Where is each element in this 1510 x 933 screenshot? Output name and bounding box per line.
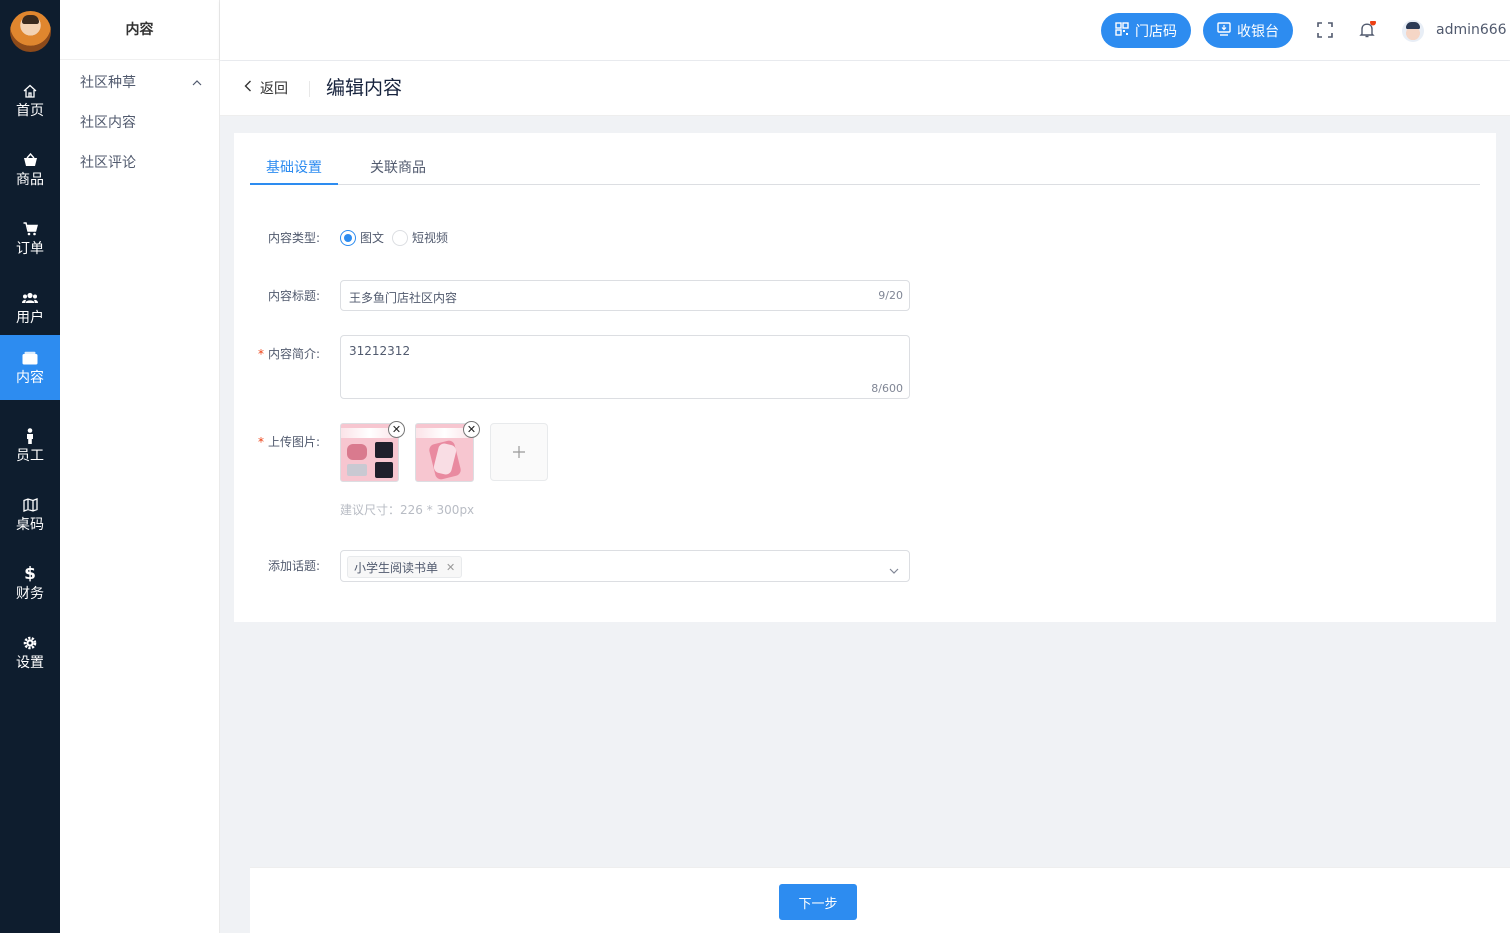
content-title-label: 内容标题: bbox=[268, 289, 321, 303]
tag-close-icon[interactable]: ✕ bbox=[446, 561, 455, 574]
nav-label: 商品 bbox=[16, 172, 44, 188]
content-icon bbox=[22, 350, 38, 366]
nav-item-staff[interactable]: 员工 bbox=[0, 415, 60, 477]
image-decoration bbox=[347, 464, 367, 476]
radio-dot bbox=[340, 229, 356, 246]
nav-label: 用户 bbox=[16, 310, 44, 326]
fullscreen-icon[interactable] bbox=[1316, 21, 1334, 39]
chevron-left-icon bbox=[244, 80, 252, 96]
content-intro-textarea[interactable]: 31212312 8/600 bbox=[340, 335, 910, 399]
nav-label: 首页 bbox=[16, 103, 44, 119]
chevron-up-icon bbox=[192, 74, 202, 90]
required-mark: * bbox=[258, 347, 264, 361]
label-text: 内容简介: bbox=[268, 347, 321, 361]
upload-images-label: * 上传图片: bbox=[258, 433, 320, 450]
remove-image-2-icon[interactable]: ✕ bbox=[463, 421, 480, 438]
back-label: 返回 bbox=[260, 81, 288, 97]
label-text: 上传图片: bbox=[268, 435, 321, 449]
radio-label: 短视频 bbox=[412, 231, 449, 245]
submenu-item-community-comments[interactable]: 社区评论 bbox=[80, 152, 136, 172]
user-avatar[interactable] bbox=[1402, 20, 1424, 42]
nav-label: 内容 bbox=[16, 369, 44, 386]
chevron-down-icon bbox=[889, 563, 899, 578]
add-image-button[interactable] bbox=[490, 423, 548, 481]
tab-basic-settings[interactable]: 基础设置 bbox=[266, 157, 322, 177]
back-button[interactable]: 返回 bbox=[244, 78, 288, 98]
basket-icon bbox=[22, 152, 38, 168]
radio-short-video[interactable]: 短视频 bbox=[392, 229, 448, 246]
tab-bar: 基础设置 关联商品 bbox=[250, 151, 1480, 185]
char-count: 8/600 bbox=[871, 382, 903, 395]
cashier-button[interactable]: 收银台 bbox=[1203, 13, 1293, 48]
nav-label: 订单 bbox=[16, 241, 44, 257]
content-intro-label: * 内容简介: bbox=[258, 345, 320, 362]
textarea-value: 31212312 bbox=[349, 344, 411, 358]
cashier-icon bbox=[1217, 21, 1231, 40]
submenu-group-label: 社区种草 bbox=[80, 75, 136, 91]
image-decoration bbox=[375, 462, 393, 478]
map-icon bbox=[22, 497, 38, 513]
tab-related-products[interactable]: 关联商品 bbox=[370, 157, 426, 177]
page-title: 编辑内容 bbox=[326, 77, 403, 99]
cart-icon bbox=[22, 221, 38, 237]
brand-avatar[interactable] bbox=[10, 11, 51, 52]
plus-icon bbox=[512, 440, 526, 465]
bell-icon[interactable] bbox=[1358, 19, 1376, 39]
store-code-button[interactable]: 门店码 bbox=[1101, 13, 1191, 48]
secondary-menu: 内容 社区种草 社区内容 社区评论 bbox=[60, 0, 220, 933]
nav-item-finance[interactable]: $ 财务 bbox=[0, 553, 60, 615]
qrcode-icon bbox=[1115, 21, 1129, 40]
radio-image-text[interactable]: 图文 bbox=[340, 229, 384, 246]
nav-item-content[interactable]: 内容 bbox=[0, 335, 60, 400]
form-card: 基础设置 关联商品 内容类型: 图文 短视频 内容标题: 王多鱼门店社区内容 9… bbox=[234, 133, 1496, 622]
nav-label: 财务 bbox=[16, 586, 44, 602]
char-count: 9/20 bbox=[878, 289, 903, 302]
content-type-label: 内容类型: bbox=[268, 231, 321, 245]
nav-item-goods[interactable]: 商品 bbox=[0, 139, 60, 201]
nav-item-settings[interactable]: 设置 bbox=[0, 622, 60, 684]
nav-item-tables[interactable]: 桌码 bbox=[0, 484, 60, 546]
upload-size-hint: 建议尺寸：226 * 300px bbox=[340, 503, 475, 517]
submenu-title: 内容 bbox=[60, 0, 219, 60]
next-step-button[interactable]: 下一步 bbox=[779, 884, 857, 920]
divider bbox=[309, 81, 310, 97]
store-code-label: 门店码 bbox=[1135, 23, 1177, 40]
page-header: 返回 编辑内容 bbox=[220, 61, 1510, 116]
content-title-input[interactable]: 王多鱼门店社区内容 9/20 bbox=[340, 280, 910, 311]
gear-icon bbox=[22, 635, 38, 651]
submenu-group-community[interactable]: 社区种草 bbox=[80, 72, 202, 92]
nav-label: 桌码 bbox=[16, 517, 44, 533]
tab-active-indicator bbox=[250, 183, 338, 185]
tag-label: 小学生阅读书单 bbox=[354, 560, 439, 575]
users-icon bbox=[22, 290, 38, 306]
dollar-icon: $ bbox=[24, 564, 36, 584]
nav-label: 员工 bbox=[16, 448, 44, 464]
remove-image-1-icon[interactable]: ✕ bbox=[388, 421, 405, 438]
radio-dot bbox=[392, 229, 408, 246]
input-value: 王多鱼门店社区内容 bbox=[349, 291, 458, 305]
main-nav-rail: 首页 商品 订单 用户 内容 员工 桌码 $ 财务 设置 bbox=[0, 0, 60, 933]
cashier-label: 收银台 bbox=[1237, 23, 1279, 40]
image-decoration bbox=[347, 444, 367, 460]
nav-item-home[interactable]: 首页 bbox=[0, 70, 60, 132]
submenu-item-community-content[interactable]: 社区内容 bbox=[80, 112, 136, 132]
image-decoration bbox=[375, 442, 393, 458]
topic-tag: 小学生阅读书单 ✕ bbox=[347, 556, 463, 578]
footer-bar: 下一步 bbox=[250, 867, 1510, 933]
nav-item-orders[interactable]: 订单 bbox=[0, 208, 60, 270]
required-mark: * bbox=[258, 435, 264, 449]
radio-label: 图文 bbox=[360, 231, 385, 245]
home-icon bbox=[22, 83, 38, 99]
username[interactable]: admin666 bbox=[1436, 22, 1507, 38]
person-icon bbox=[22, 428, 38, 444]
topic-select[interactable]: 小学生阅读书单 ✕ bbox=[340, 550, 910, 582]
topic-label: 添加话题: bbox=[268, 559, 321, 573]
top-header: 门店码 收银台 admin666 bbox=[220, 0, 1510, 60]
nav-label: 设置 bbox=[16, 655, 44, 671]
nav-item-users[interactable]: 用户 bbox=[0, 277, 60, 339]
